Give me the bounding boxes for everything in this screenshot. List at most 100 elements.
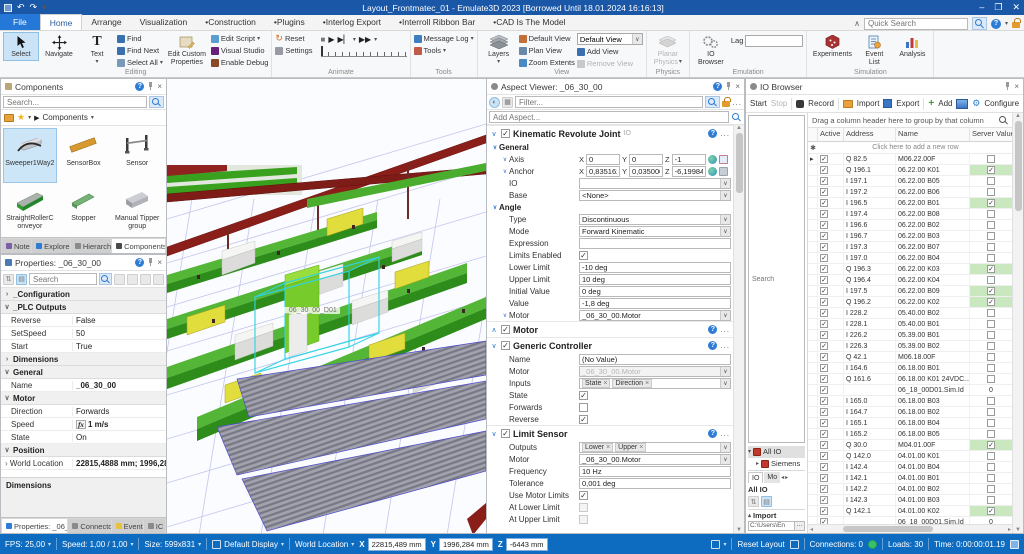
address-cell[interactable]: Q 82.5 — [844, 154, 896, 164]
server-value-checkbox[interactable] — [987, 276, 995, 284]
active-checkbox[interactable] — [820, 474, 828, 482]
sort-icon[interactable]: ⇅ — [3, 274, 14, 285]
name-cell[interactable]: 06.22.00 B09 — [896, 286, 970, 296]
more-options-icon[interactable]: ... — [720, 129, 730, 138]
server-value-checkbox[interactable] — [987, 309, 995, 317]
zoom-extents-button[interactable]: Zoom Extents — [519, 57, 575, 68]
active-checkbox[interactable] — [820, 166, 828, 174]
table-row[interactable]: I 197.006.22.00 B04 — [808, 253, 1013, 264]
close-icon[interactable]: × — [157, 82, 162, 91]
collapse-ribbon-icon[interactable]: ∧ — [854, 19, 860, 28]
active-checkbox[interactable] — [820, 254, 828, 262]
server-value-cell[interactable] — [970, 319, 1013, 329]
quick-search-button[interactable] — [972, 17, 987, 30]
field-dropdown[interactable]: State×Direction×∨ — [579, 378, 731, 389]
z-input[interactable] — [672, 166, 706, 177]
server-value-cell[interactable] — [970, 341, 1013, 351]
address-cell[interactable]: I 197.4 — [844, 209, 896, 219]
server-value-checkbox[interactable] — [987, 375, 995, 383]
tag-chip[interactable]: State× — [582, 379, 610, 388]
table-row[interactable]: I 196.706.22.00 B03 — [808, 231, 1013, 242]
address-cell[interactable]: I 196.7 — [844, 231, 896, 241]
address-cell[interactable]: Q 42.1 — [844, 352, 896, 362]
active-checkbox[interactable] — [820, 276, 828, 284]
toggle-view-icon[interactable] — [956, 99, 968, 109]
name-cell[interactable]: 06.18.00 B02 — [896, 407, 970, 417]
more-options-icon[interactable]: ... — [720, 325, 730, 334]
address-cell[interactable]: I 164.7 — [844, 407, 896, 417]
field-input[interactable] — [579, 466, 731, 477]
globe-icon[interactable] — [708, 155, 717, 164]
save-icon[interactable] — [4, 4, 12, 12]
server-value-cell[interactable] — [970, 374, 1013, 384]
server-value-cell[interactable] — [970, 231, 1013, 241]
server-value-checkbox[interactable] — [987, 364, 995, 372]
browse-button[interactable]: … — [795, 521, 805, 531]
pin-icon[interactable] — [147, 82, 154, 91]
address-cell[interactable]: Q 142.0 — [844, 451, 896, 461]
tag-chip[interactable]: Upper× — [615, 443, 646, 452]
component-item[interactable]: Stopper — [57, 183, 111, 237]
server-value-checkbox[interactable] — [987, 452, 995, 460]
table-row[interactable]: Q 196.306.22.00 K03 — [808, 264, 1013, 275]
name-cell[interactable]: 06.18.00 B05 — [896, 429, 970, 439]
name-cell[interactable]: 05.40.00 B01 — [896, 319, 970, 329]
active-cell[interactable] — [818, 506, 844, 516]
server-value-checkbox[interactable] — [987, 441, 995, 449]
server-value-cell[interactable] — [970, 176, 1013, 186]
select-all-button[interactable]: Select All▾ — [117, 57, 163, 68]
active-cell[interactable] — [818, 418, 844, 428]
favorites-star-icon[interactable]: ★ — [17, 112, 25, 123]
more-options-icon[interactable]: ... — [720, 429, 730, 438]
table-row[interactable]: I 165.106.18.00 B04 — [808, 418, 1013, 429]
globe-icon[interactable] — [708, 167, 717, 176]
name-cell[interactable]: M06.22.00F — [896, 154, 970, 164]
display-selector[interactable]: Default Display▾ — [212, 540, 284, 549]
name-cell[interactable]: 04.01.00 K01 — [896, 451, 970, 461]
name-cell[interactable]: 06.18.00 K01 24VDC... — [896, 374, 970, 384]
property-section-header[interactable]: ∨Motor — [1, 392, 166, 405]
tree-item-all-io[interactable]: ▾All IO — [748, 446, 805, 458]
default-view-button[interactable]: Default View — [519, 33, 575, 44]
io-search-input[interactable] — [748, 115, 805, 443]
property-value[interactable]: _06_30_00 — [73, 381, 166, 390]
table-row[interactable]: I 197.306.22.00 B07 — [808, 242, 1013, 253]
tab-event[interactable]: Event — [112, 519, 143, 533]
aspect-enabled-checkbox[interactable] — [501, 429, 510, 438]
server-value-checkbox[interactable] — [987, 155, 995, 163]
address-cell[interactable]: Q 196.2 — [844, 297, 896, 307]
components-search-button[interactable] — [149, 96, 164, 108]
server-value-checkbox[interactable] — [987, 397, 995, 405]
field-checkbox[interactable] — [579, 415, 588, 424]
active-checkbox[interactable] — [820, 452, 828, 460]
table-row[interactable]: I 197.406.22.00 B08 — [808, 209, 1013, 220]
table-row[interactable]: I 142.204.01.00 B02 — [808, 484, 1013, 495]
address-cell[interactable]: Q 196.1 — [844, 165, 896, 175]
record-icon[interactable] — [796, 100, 804, 108]
name-cell[interactable]: 05.40.00 B02 — [896, 308, 970, 318]
tools-button[interactable]: Tools▾ — [414, 45, 474, 56]
grid-view-icon[interactable]: ▦ — [502, 97, 513, 108]
reset-layout-button[interactable]: Reset Layout — [737, 540, 784, 549]
active-checkbox[interactable] — [820, 298, 828, 306]
ribbon-tab--plugins[interactable]: •Plugins — [265, 14, 314, 30]
remove-tag-icon[interactable]: × — [603, 380, 607, 387]
property-row[interactable]: StartTrue — [1, 340, 166, 353]
server-value-checkbox[interactable] — [987, 342, 995, 350]
active-cell[interactable] — [818, 264, 844, 274]
help-icon[interactable]: ? — [135, 258, 144, 267]
address-cell[interactable]: I 197.2 — [844, 187, 896, 197]
table-row[interactable]: I 142.304.01.00 B03 — [808, 495, 1013, 506]
server-value-cell[interactable] — [970, 473, 1013, 483]
address-cell[interactable]: I 142.2 — [844, 484, 896, 494]
active-cell[interactable] — [818, 286, 844, 296]
server-value-checkbox[interactable] — [987, 463, 995, 471]
server-value-cell[interactable] — [970, 242, 1013, 252]
server-value-cell[interactable] — [970, 495, 1013, 505]
active-checkbox[interactable] — [820, 309, 828, 317]
name-cell[interactable]: 06.22.00 B06 — [896, 187, 970, 197]
animate-speed-slider[interactable] — [321, 48, 407, 57]
axes-icon[interactable] — [719, 155, 728, 164]
paste-icon[interactable] — [127, 274, 138, 285]
address-cell[interactable]: I 197.0 — [844, 253, 896, 263]
